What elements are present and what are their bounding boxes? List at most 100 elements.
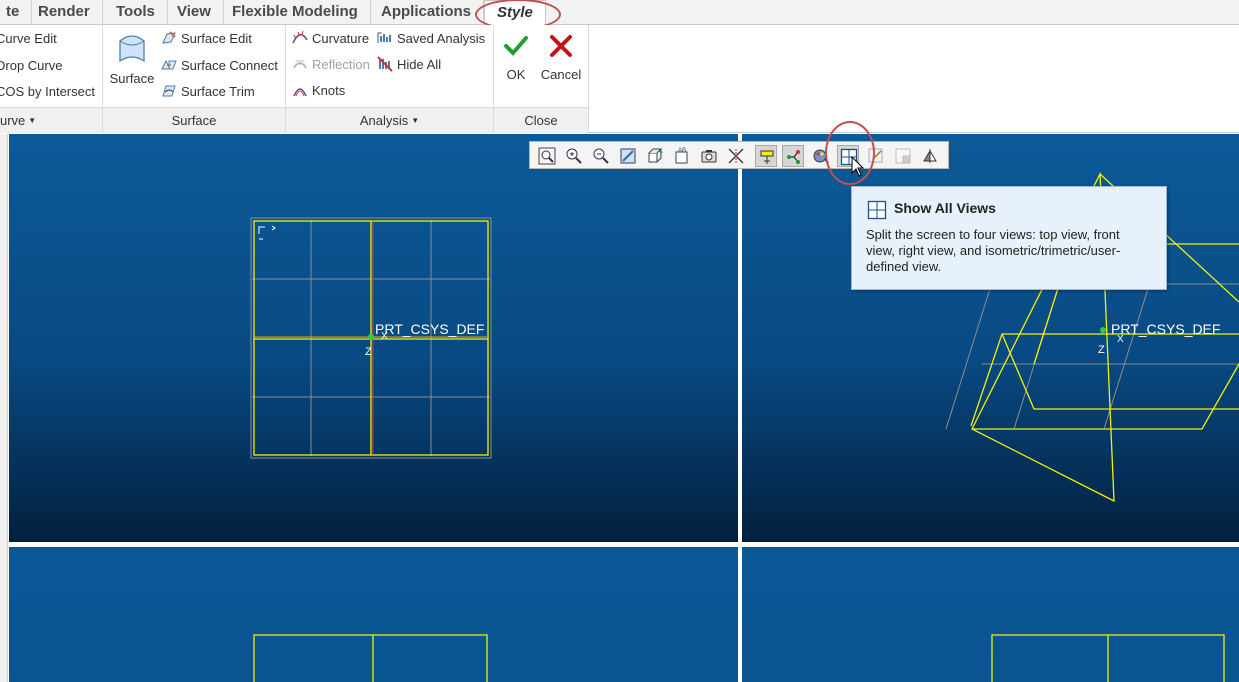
saved-analysis-button[interactable]: Saved Analysis [377, 29, 485, 49]
curve-group-label-text: urve [0, 113, 26, 128]
front-view-wireframe [253, 634, 488, 682]
reflection-label: Reflection [312, 57, 370, 72]
refit-icon [538, 147, 556, 165]
axis-x-label: X [381, 331, 388, 342]
datum-display-button[interactable] [725, 145, 747, 167]
surface-button-label: Surface [109, 71, 155, 86]
hide-all-label: Hide All [397, 57, 442, 72]
curve-group: Curve Edit Drop Curve COS by Intersect u… [0, 25, 103, 133]
surface-edit-label: Surface Edit [181, 31, 252, 46]
reflection-icon [293, 60, 307, 69]
normal-icon [923, 149, 937, 163]
next-view-button[interactable] [892, 145, 914, 167]
display-style-button[interactable] [644, 145, 666, 167]
drop-curve-button[interactable]: Drop Curve [0, 56, 62, 76]
curve-group-label[interactable]: urve ▼ [0, 107, 102, 133]
axis-x-label: X [1117, 334, 1124, 345]
axis-z-label: Z [1098, 344, 1105, 356]
surface-connect-icon [161, 59, 177, 70]
cancel-label: Cancel [540, 67, 582, 82]
spin-center-button[interactable] [782, 145, 804, 167]
cos-by-intersect-button[interactable]: COS by Intersect [0, 82, 95, 102]
curvature-label: Curvature [312, 31, 370, 46]
hide-all-button[interactable]: Hide All [377, 55, 441, 75]
tab-applications[interactable]: Applications [369, 0, 485, 25]
surface-edit-icon [162, 31, 176, 44]
view-manager-button[interactable] [698, 145, 720, 167]
saved-orientations-button[interactable]: AB [671, 145, 693, 167]
surface-connect-label: Surface Connect [181, 58, 278, 73]
curve-edit-button[interactable]: Curve Edit [0, 29, 57, 49]
normal-view-button[interactable] [919, 145, 941, 167]
ribbon: Curve Edit Drop Curve COS by Intersect u… [0, 25, 1239, 133]
csys-display-icon [760, 150, 774, 164]
csys-label: PRT_CSYS_DEF [1111, 321, 1221, 337]
show-all-views-tooltip: Show All Views Split the screen to four … [851, 186, 1167, 290]
axis-z-label: Z [365, 346, 372, 358]
csys-display-button[interactable] [755, 145, 777, 167]
surface-edit-button[interactable]: Surface Edit [161, 29, 252, 49]
tooltip-body: Split the screen to four views: top view… [866, 227, 1121, 274]
tab-flexible-modeling[interactable]: Flexible Modeling [220, 0, 371, 25]
analysis-group: Curvature Reflection Knots Saved Analysi… [286, 25, 494, 133]
surface-trim-label: Surface Trim [181, 84, 255, 99]
ribbon-tab-bar: te Render Tools View Flexible Modeling A… [0, 0, 1239, 30]
csys-label: PRT_CSYS_DEF [375, 321, 485, 337]
repaint-icon [620, 148, 636, 164]
surface-group: Surface Surface Edit Surface Connect Sur… [103, 25, 286, 133]
mouse-cursor-icon [851, 156, 865, 177]
surface-group-label: Surface [103, 107, 285, 133]
viewport-top-left[interactable]: PRT_CSYS_DEF Z X [9, 134, 738, 542]
zoom-out-icon [593, 148, 609, 164]
knots-label: Knots [312, 83, 346, 98]
tooltip-title: Show All Views [894, 200, 996, 216]
ok-button[interactable]: OK [500, 33, 532, 82]
right-view-wireframe [991, 634, 1225, 682]
zoom-in-icon [566, 148, 582, 164]
datum-display-icon [728, 148, 744, 164]
display-style-icon [648, 148, 663, 163]
saved-analysis-icon [377, 32, 391, 43]
show-all-views-icon [867, 200, 887, 220]
knots-icon [293, 88, 307, 97]
close-group: OK Cancel Close [494, 25, 589, 133]
zoom-in-button[interactable] [563, 145, 585, 167]
curvature-button[interactable]: Curvature [292, 29, 369, 49]
spin-center-icon [787, 150, 800, 164]
surface-button[interactable]: Surface [107, 33, 157, 86]
analysis-group-label[interactable]: Analysis ▼ [286, 107, 493, 133]
analysis-group-label-text: Analysis [359, 113, 409, 128]
surface-trim-icon [162, 85, 176, 97]
hide-all-icon [377, 56, 393, 72]
cancel-button[interactable]: Cancel [538, 33, 584, 82]
viewport-bottom-right[interactable] [742, 547, 1239, 682]
caret-down-icon: ▼ [28, 116, 37, 125]
svg-text:AB: AB [678, 148, 686, 154]
knots-button[interactable]: Knots [292, 81, 345, 101]
saved-orientations-icon: AB [675, 148, 688, 164]
refit-button[interactable] [536, 145, 558, 167]
viewport-bottom-left[interactable] [9, 547, 738, 682]
top-view-wireframe [250, 217, 492, 459]
left-edge-strip [0, 134, 8, 682]
zoom-out-button[interactable] [590, 145, 612, 167]
checkmark-icon [504, 36, 528, 56]
reflection-button[interactable]: Reflection [292, 55, 370, 75]
saved-analysis-label: Saved Analysis [397, 31, 486, 46]
tab-tools[interactable]: Tools [104, 0, 168, 25]
graphics-toolbar: AB [529, 141, 949, 169]
tab-render[interactable]: Render [26, 0, 103, 25]
ok-label: OK [506, 67, 526, 82]
repaint-button[interactable] [617, 145, 639, 167]
surface-trim-button[interactable]: Surface Trim [161, 82, 255, 102]
surface-icon [119, 35, 145, 63]
curvature-icon [292, 30, 308, 44]
surface-connect-button[interactable]: Surface Connect [161, 56, 278, 76]
view-manager-icon [701, 150, 717, 163]
next-view-icon [895, 148, 911, 164]
tab-view[interactable]: View [165, 0, 224, 25]
close-group-label: Close [494, 107, 588, 133]
caret-down-icon: ▼ [411, 116, 420, 125]
close-icon [550, 35, 572, 57]
show-all-views-highlight-circle [825, 121, 875, 185]
